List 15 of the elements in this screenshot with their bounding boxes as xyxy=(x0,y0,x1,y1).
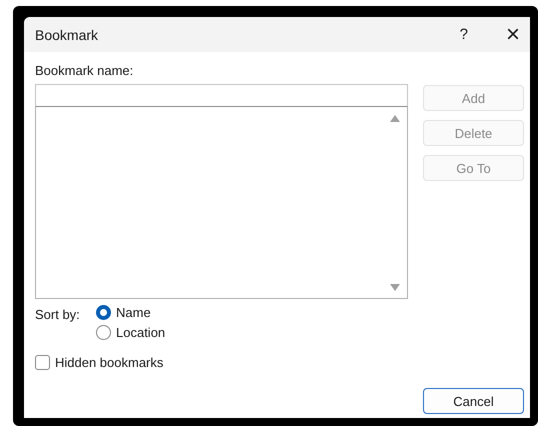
radio-label: Name xyxy=(116,305,151,320)
close-button[interactable]: × xyxy=(506,22,520,46)
window-title: Bookmark xyxy=(35,26,100,42)
help-button[interactable]: ? xyxy=(460,26,468,43)
scroll-up-icon[interactable] xyxy=(390,115,400,122)
checkbox[interactable] xyxy=(35,355,50,370)
radio-label: Location xyxy=(116,325,166,340)
radio-button[interactable] xyxy=(96,305,111,320)
bookmark-name-field[interactable] xyxy=(35,84,408,107)
checkbox-label: Hidden bookmarks xyxy=(55,355,164,370)
scroll-down-icon[interactable] xyxy=(390,284,400,291)
sort-label: Sort by: xyxy=(35,306,81,324)
cancel-button[interactable]: Cancel xyxy=(423,388,524,414)
field-label: Bookmark name: xyxy=(35,63,134,79)
radio-button[interactable] xyxy=(96,325,111,340)
